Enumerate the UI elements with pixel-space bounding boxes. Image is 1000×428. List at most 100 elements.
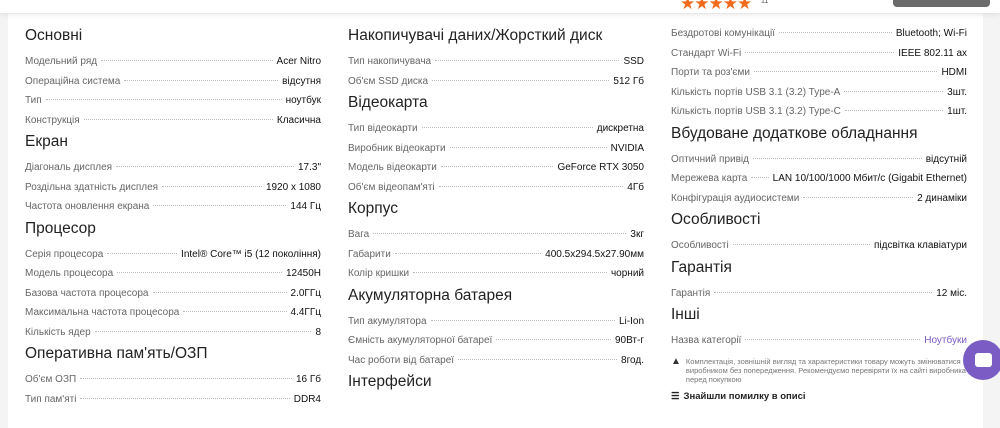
spec-row: Кількість портів USB 3.1 (3.2) Type-C 1шт…	[671, 102, 967, 122]
rating-stars-icon[interactable]: ★★★★★	[680, 0, 752, 14]
dotted-leader	[162, 185, 262, 187]
spec-label: Серія процесора	[25, 248, 104, 260]
spec-value: 1920 x 1080	[265, 181, 321, 193]
spec-value: 4.4ГГц	[290, 307, 321, 318]
spec-value: 3шт.	[947, 86, 967, 98]
spec-value: 12 міс.	[936, 287, 967, 299]
spec-label: Конструкція	[25, 114, 80, 126]
dotted-leader	[373, 233, 627, 234]
spec-value: відсутній	[925, 153, 967, 165]
spec-label: Діагональ дисплея	[25, 162, 113, 173]
spec-value: NVIDIA	[610, 142, 644, 154]
disclaimer-note: ▲ Комплектація, зовнішній вигляд та харак…	[671, 356, 967, 384]
spec-row: Вага 3кг	[348, 225, 644, 245]
spec-row: Тип ноутбук	[25, 91, 321, 111]
spec-value: SSD	[623, 56, 644, 67]
chat-button[interactable]	[963, 340, 1000, 380]
spec-row: Базова частота процесора 2.0ГГц	[25, 284, 321, 304]
dotted-leader	[183, 311, 287, 312]
spec-label: Час роботи від батареї	[348, 354, 455, 366]
section-heading: Процесор	[25, 219, 96, 237]
spec-value: 2.0ГГц	[290, 287, 321, 299]
dotted-leader	[421, 127, 593, 128]
spec-label: Об'єм SSD диска	[348, 75, 429, 87]
spec-row: Порти та роз'єми HDMI	[671, 63, 967, 83]
spec-value: відсутня	[282, 75, 321, 87]
section-heading: Акумуляторна батарея	[348, 286, 513, 304]
section-heading: Особливості	[671, 211, 761, 228]
dotted-leader	[496, 339, 611, 340]
spec-label: Назва категорії	[671, 335, 742, 346]
spec-label: Об'єм відеопам'яті	[348, 181, 435, 193]
dotted-leader	[80, 397, 290, 399]
section-heading: Екран	[25, 133, 68, 150]
spec-label: Виробник відеокарти	[348, 142, 446, 154]
spec-value: LAN 10/100/1000 Мбит/с (Gigabit Ethernet…	[772, 173, 967, 184]
spec-value: 2 динаміки	[917, 192, 967, 204]
spec-value: Класична	[276, 114, 321, 126]
report-icon: ☰	[671, 390, 680, 402]
specs-column-1: Основні Модельний ряд Acer Nitro Операційна…	[25, 24, 321, 409]
spec-row: Виробник відеокарти NVIDIA	[348, 139, 644, 159]
spec-row: Тип відеокарти дискретна	[348, 119, 644, 139]
spec-label: Модельний ряд	[25, 56, 98, 67]
spec-row: Назва категорії Ноутбуки	[671, 331, 967, 351]
chat-icon	[974, 353, 992, 367]
top-button[interactable]	[893, 0, 990, 7]
dotted-leader	[752, 157, 922, 159]
spec-row: Модель відеокарти GeForce RTX 3050	[348, 158, 644, 178]
spec-row: Кількість портів USB 3.1 (3.2) Type-A 3шт…	[671, 83, 967, 103]
spec-value: 8год.	[621, 354, 644, 366]
report-error-link[interactable]: ☰ Знайшли помилку в описі	[671, 391, 967, 402]
disclaimer-text: Комплектація, зовнішній вигляд та характ…	[685, 356, 966, 384]
spec-row: Кількість ядер 8	[25, 323, 321, 343]
spec-row: Бездротові комунікації Bluetooth; Wi-Fi	[671, 24, 967, 44]
section-heading: Інтерфейси	[348, 373, 432, 390]
spec-label: Тип пам'яті	[25, 393, 77, 405]
dotted-leader	[80, 378, 292, 379]
spec-label: Оптичний привід	[671, 153, 749, 165]
spec-value: Intel® Core™ i5 (12 покоління)	[181, 248, 321, 260]
dotted-leader	[732, 244, 870, 245]
spec-row: Гарантія 12 міс.	[671, 284, 967, 304]
spec-value[interactable]: Ноутбуки	[924, 331, 967, 350]
spec-row: Об'єм SSD диска 512 Гб	[348, 72, 644, 92]
section-heading: Накопичувачі даних/Жорсткий диск	[348, 27, 603, 44]
section-heading: Оперативна пам'ять/ОЗП	[25, 345, 208, 362]
dotted-leader	[844, 90, 944, 92]
spec-label: Модель відеокарти	[348, 162, 437, 173]
spec-value: 12450H	[285, 268, 321, 279]
spec-value: ноутбук	[285, 95, 321, 106]
review-count[interactable]: 11	[761, 0, 768, 5]
spec-row: Стандарт Wi-Fi IEEE 802.11 ax	[671, 44, 967, 64]
spec-row: Габарити 400.5x294.5x27.90мм	[348, 245, 644, 265]
spec-label: Кількість ядер	[25, 326, 91, 338]
spec-label: Мережева карта	[671, 173, 748, 184]
spec-row: Роздільна здатність дисплея 1920 x 1080	[25, 178, 321, 198]
dotted-leader	[94, 330, 312, 332]
dotted-leader	[449, 146, 607, 148]
dotted-leader	[430, 319, 615, 321]
spec-label: Колір кришки	[348, 268, 410, 279]
specs-column-2: Накопичувачі даних/Жорсткий диск Тип нако…	[348, 24, 644, 398]
spec-row: Об'єм відеопам'яті 4Гб	[348, 178, 644, 198]
dotted-leader	[844, 110, 944, 111]
spec-label: Операційна система	[25, 75, 121, 87]
spec-value: 17.3"	[297, 162, 321, 173]
top-bar: ★★★★★ 11	[0, 0, 1000, 13]
spec-label: Ємність акумуляторної батареї	[348, 335, 493, 346]
dotted-leader	[432, 79, 610, 81]
dotted-leader	[116, 166, 294, 167]
spec-value: 8	[315, 326, 321, 338]
dotted-leader	[714, 291, 933, 293]
spec-label: Гарантія	[671, 287, 711, 299]
spec-value: 16 Гб	[295, 374, 321, 385]
dotted-leader	[413, 272, 607, 273]
report-error-label[interactable]: Знайшли помилку в описі	[684, 391, 806, 402]
spec-row: Оптичний привід відсутній	[671, 150, 967, 170]
spec-value: GeForce RTX 3050	[557, 162, 644, 173]
spec-label: Тип	[25, 95, 42, 106]
spec-row: Ємність акумуляторної батареї 90Вт-г	[348, 331, 644, 351]
spec-row: Тип накопичувача SSD	[348, 52, 644, 72]
spec-label: Тип відеокарти	[348, 123, 418, 134]
